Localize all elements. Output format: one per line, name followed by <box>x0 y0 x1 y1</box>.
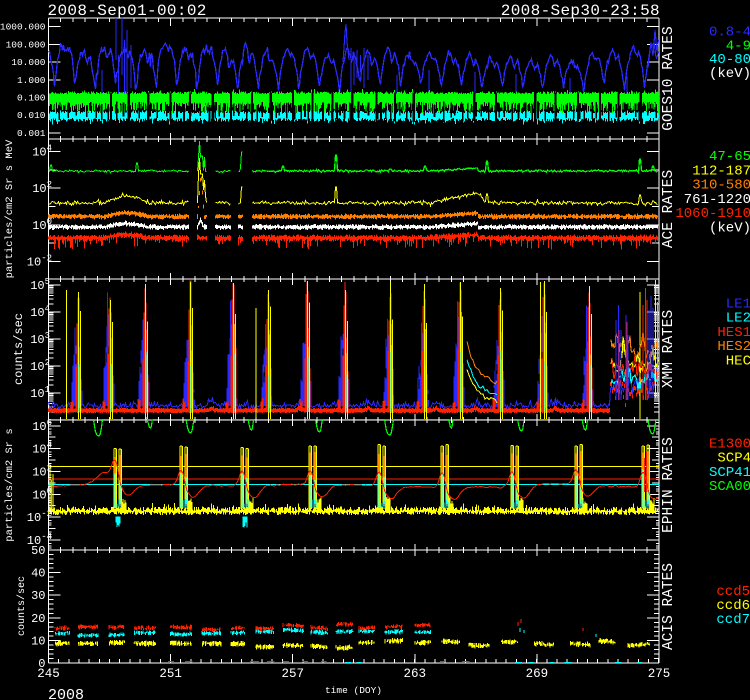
svg-text:251: 251 <box>159 667 182 681</box>
svg-text:263: 263 <box>404 667 427 681</box>
svg-text:101: 101 <box>30 385 50 401</box>
svg-text:104: 104 <box>32 144 52 160</box>
svg-text:ACIS RATES: ACIS RATES <box>661 563 677 650</box>
svg-text:XMM RATES: XMM RATES <box>661 310 677 388</box>
svg-text:2008: 2008 <box>48 687 84 700</box>
svg-text:30: 30 <box>31 589 45 603</box>
svg-text:257: 257 <box>281 667 304 681</box>
svg-text:104: 104 <box>30 304 50 320</box>
svg-text:particles/cm2 Sr s MeV: particles/cm2 Sr s MeV <box>4 139 16 278</box>
svg-text:100: 100 <box>32 217 52 233</box>
svg-text:2008-Sep01-00:02: 2008-Sep01-00:02 <box>48 2 207 20</box>
svg-text:0.100: 0.100 <box>17 93 46 104</box>
svg-text:1.000: 1.000 <box>17 75 46 86</box>
svg-text:ccd7: ccd7 <box>716 612 750 628</box>
svg-text:102: 102 <box>32 180 52 196</box>
svg-text:10: 10 <box>31 634 45 648</box>
svg-text:particles/cm2 Sr s: particles/cm2 Sr s <box>4 428 16 541</box>
svg-text:HEC: HEC <box>726 353 750 369</box>
svg-text:0.001: 0.001 <box>17 128 46 139</box>
svg-text:275: 275 <box>648 667 671 681</box>
svg-text:50: 50 <box>31 544 45 558</box>
svg-text:0.010: 0.010 <box>17 110 46 121</box>
svg-text:105: 105 <box>30 277 50 293</box>
svg-text:counts/sec: counts/sec <box>12 313 26 385</box>
svg-text:GOES10 RATES: GOES10 RATES <box>661 26 677 130</box>
svg-text:counts/sec: counts/sec <box>16 576 28 636</box>
svg-text:SCA00: SCA00 <box>709 479 750 495</box>
svg-text:102: 102 <box>30 358 50 374</box>
svg-text:10.000: 10.000 <box>11 57 46 68</box>
svg-text:269: 269 <box>526 667 549 681</box>
svg-text:2008-Sep30-23:58: 2008-Sep30-23:58 <box>501 2 660 20</box>
svg-text:(keV): (keV) <box>709 66 750 82</box>
svg-text:20: 20 <box>31 612 45 626</box>
svg-text:103: 103 <box>30 331 50 347</box>
svg-text:1000.000: 1000.000 <box>0 22 46 33</box>
svg-text:40: 40 <box>31 567 45 581</box>
svg-text:EPHIN RATES: EPHIN RATES <box>661 437 677 533</box>
svg-text:100.000: 100.000 <box>6 39 46 50</box>
svg-text:(keV): (keV) <box>709 221 750 237</box>
svg-text:245: 245 <box>37 667 60 681</box>
svg-text:time (DOY): time (DOY) <box>325 685 382 696</box>
